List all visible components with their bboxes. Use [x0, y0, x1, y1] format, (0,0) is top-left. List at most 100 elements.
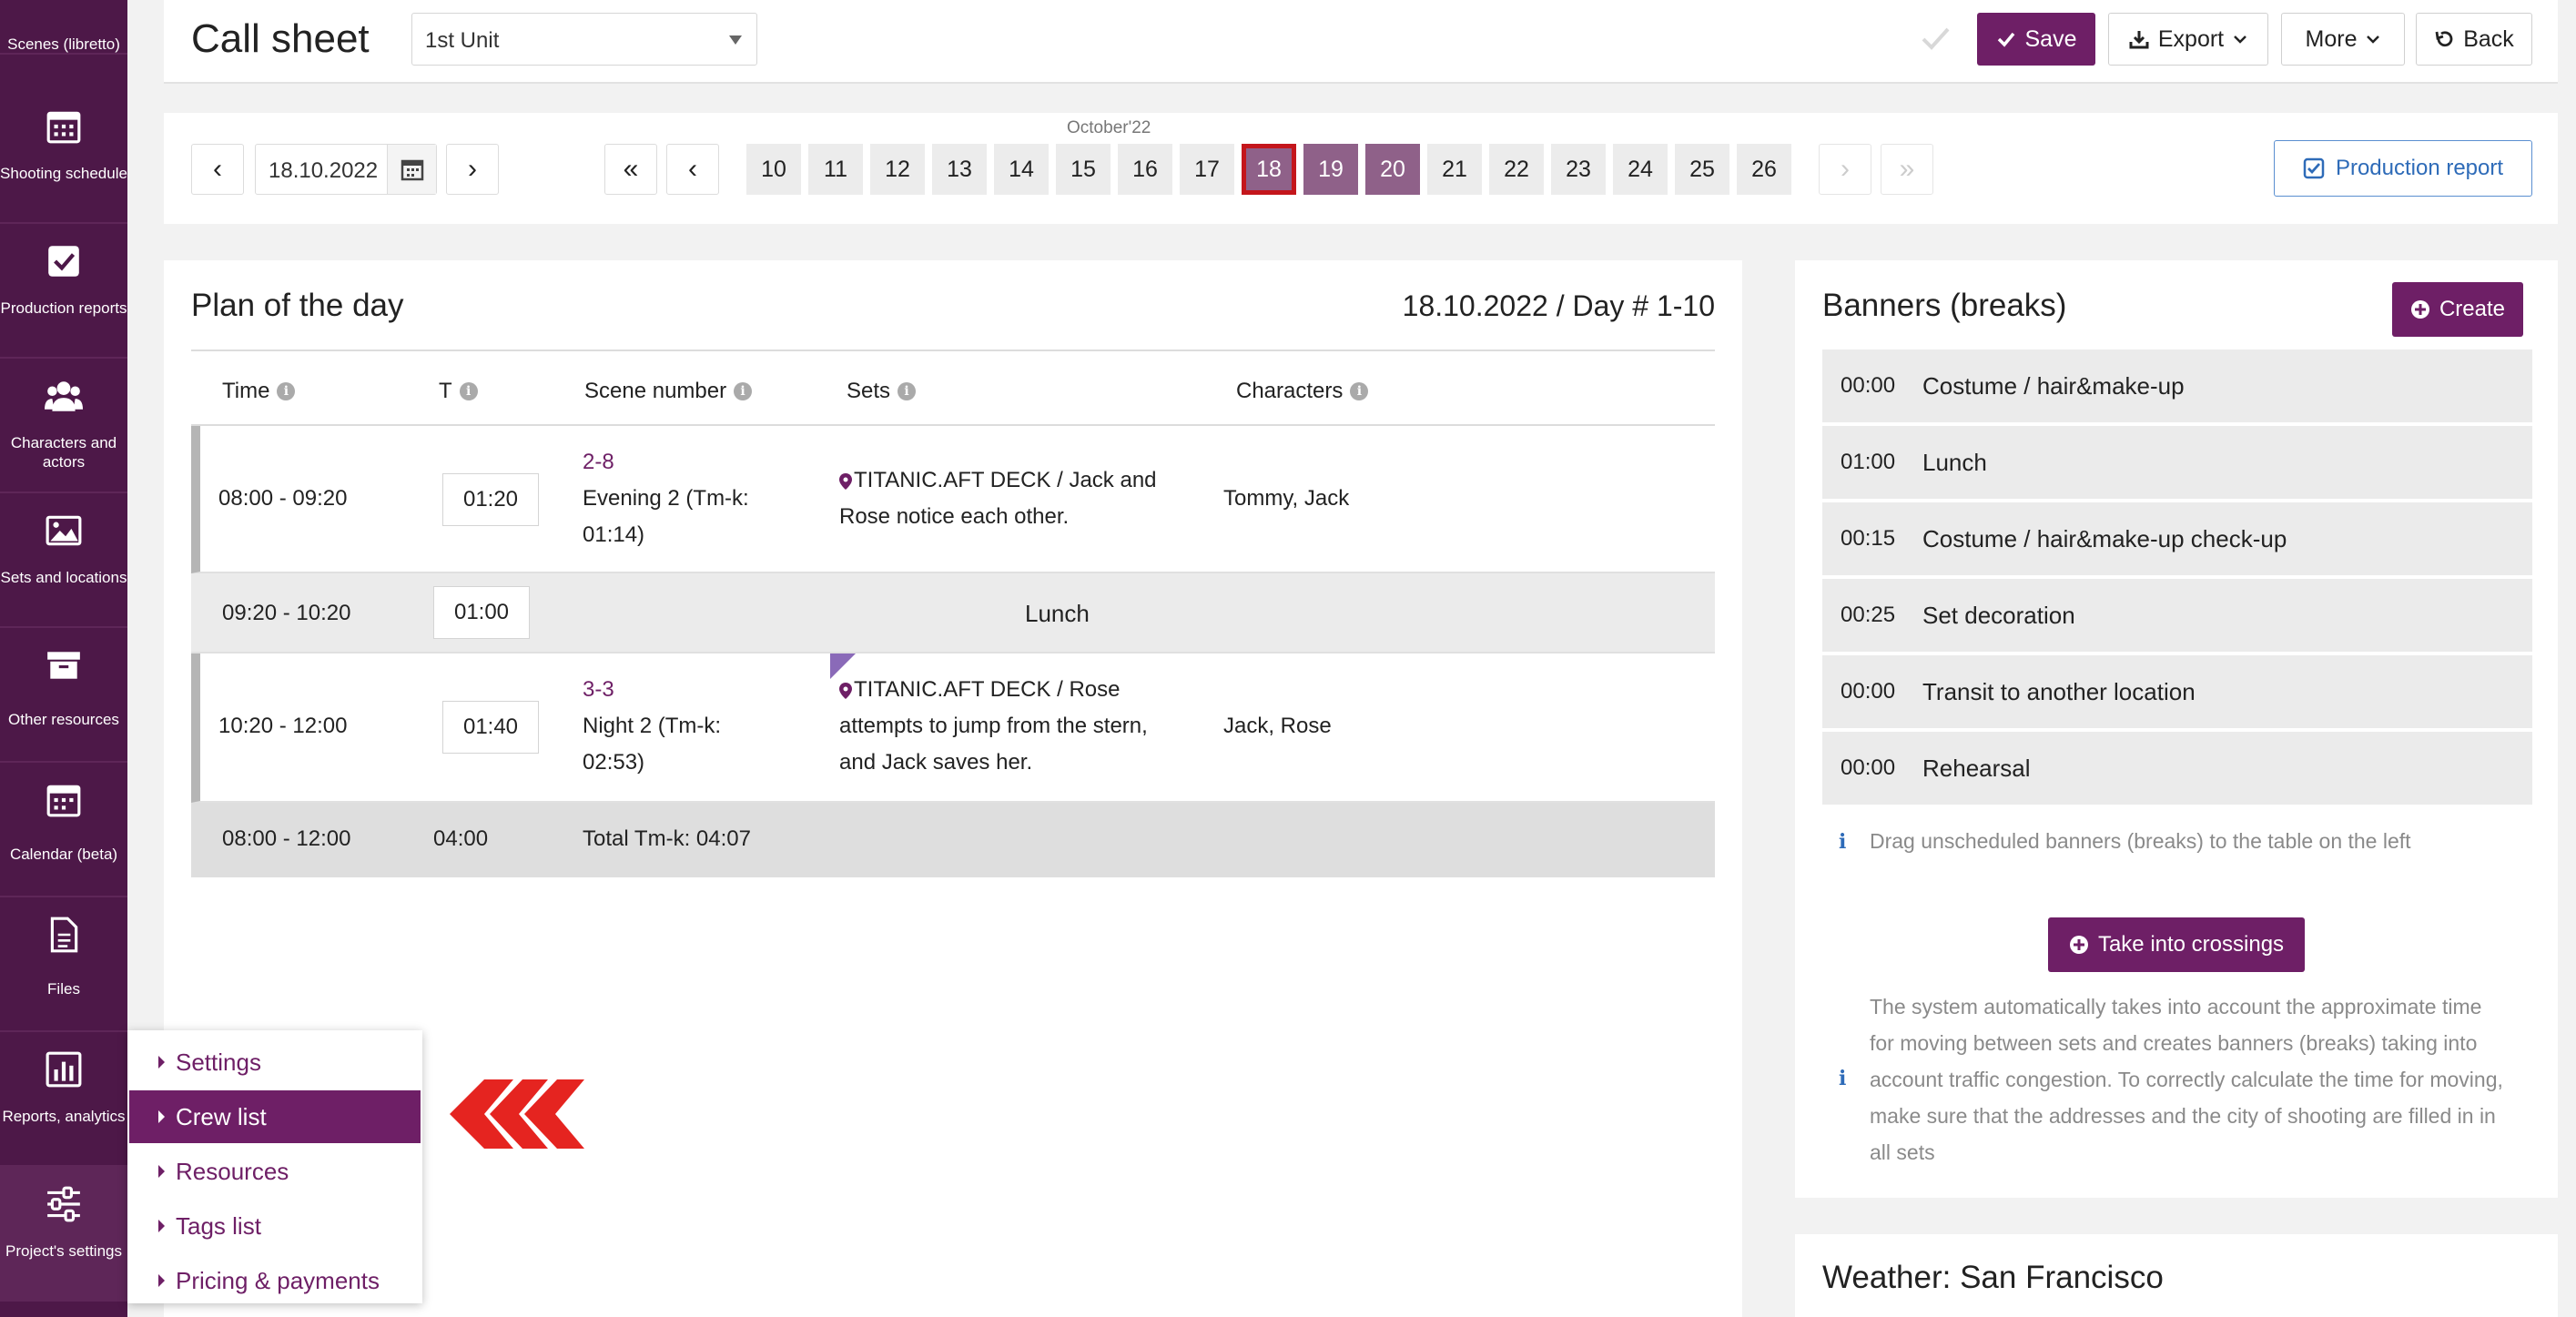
- banners-title: Banners (breaks): [1822, 288, 2067, 323]
- banner-name: Set decoration: [1922, 602, 2075, 629]
- day-21[interactable]: 21: [1427, 144, 1482, 195]
- banner-item[interactable]: 00:00 Costume / hair&make-up: [1822, 350, 2532, 424]
- day-24[interactable]: 24: [1613, 144, 1668, 195]
- day-17[interactable]: 17: [1180, 144, 1234, 195]
- duration-input[interactable]: 01:40: [442, 701, 539, 754]
- banner-item[interactable]: 00:15 Costume / hair&make-up check-up: [1822, 502, 2532, 577]
- set-location: TITANIC.AFT DECK / Rose: [839, 672, 1121, 708]
- banner-item[interactable]: 01:00 Lunch: [1822, 426, 2532, 501]
- day-12[interactable]: 12: [870, 144, 925, 195]
- table-row-total: 08:00 - 12:00 04:00 Total Tm-k: 04:07: [191, 803, 1715, 877]
- sidebar-item-sets[interactable]: Sets and locations: [0, 493, 127, 628]
- next-date-button[interactable]: ›: [446, 144, 499, 195]
- row-characters: Jaсk, Rose: [1223, 714, 1332, 738]
- caret-right-icon: [158, 1165, 165, 1178]
- sidebar-item-other-resources[interactable]: Other resources: [0, 628, 127, 763]
- menu-item-label: Crew list: [176, 1102, 267, 1130]
- system-hint-line: for moving between sets and creates bann…: [1870, 1031, 2478, 1055]
- day-20[interactable]: 20: [1365, 144, 1420, 195]
- duration-input[interactable]: 01:00: [433, 586, 530, 639]
- prev-date-button[interactable]: ‹: [191, 144, 244, 195]
- day-18[interactable]: 18: [1242, 144, 1296, 195]
- caret-right-icon: [158, 1110, 165, 1123]
- info-icon[interactable]: i: [734, 382, 753, 400]
- day-11[interactable]: 11: [808, 144, 863, 195]
- sidebar-item-label: Scenes (libretto): [7, 35, 120, 53]
- menu-item-resources[interactable]: Resources: [129, 1145, 421, 1198]
- day-22[interactable]: 22: [1489, 144, 1544, 195]
- table-row[interactable]: 10:20 - 12:00 01:40 3-3 Night 2 (Tm-k: 0…: [191, 653, 1715, 803]
- sidebar-item-reports[interactable]: Reports, analytics: [0, 1032, 127, 1167]
- date-value: 18.10.2022: [269, 158, 379, 183]
- total-timing: Total Tm-k: 04:07: [583, 826, 751, 851]
- check-icon: [1997, 32, 2014, 47]
- weather-title: Weather: San Francisco: [1822, 1260, 2164, 1295]
- day-10[interactable]: 10: [746, 144, 801, 195]
- chevron-down-icon: [2367, 35, 2380, 44]
- table-row-banner[interactable]: 09:20 - 10:20 01:00 Lunch: [191, 573, 1715, 653]
- menu-item-tags-list[interactable]: Tags list: [129, 1200, 421, 1252]
- unit-select[interactable]: 1st Unit: [411, 13, 757, 66]
- more-button[interactable]: More: [2281, 13, 2405, 66]
- system-hint-line: The system automatically takes into acco…: [1870, 995, 2482, 1018]
- sidebar-item-files[interactable]: Files: [0, 897, 127, 1032]
- sidebar-item-label: Files: [47, 980, 80, 998]
- weather-panel: Weather: San Francisco: [1795, 1234, 2558, 1317]
- caret-right-icon: [158, 1274, 165, 1287]
- last-week-button[interactable]: »: [1881, 144, 1933, 195]
- info-icon[interactable]: i: [898, 382, 917, 400]
- day-16[interactable]: 16: [1118, 144, 1172, 195]
- sidebar-item-shooting-schedule[interactable]: Shooting schedule: [0, 89, 127, 224]
- table-row[interactable]: 08:00 - 09:20 01:20 2-8 Evening 2 (Tm-k:…: [191, 426, 1715, 573]
- sidebar-item-production-reports[interactable]: Production reports: [0, 224, 127, 359]
- day-23[interactable]: 23: [1551, 144, 1606, 195]
- scene-number-link[interactable]: 3-3: [583, 672, 614, 708]
- sidebar-item-label: Shooting schedule: [0, 165, 127, 182]
- day-14[interactable]: 14: [994, 144, 1049, 195]
- date-input[interactable]: 18.10.2022: [255, 144, 437, 195]
- first-week-button[interactable]: «: [604, 144, 657, 195]
- scenes-icon: [45, 0, 83, 22]
- export-button[interactable]: Export: [2108, 13, 2268, 66]
- calendar-picker[interactable]: [387, 145, 436, 194]
- pointer-arrow-icon: [450, 1079, 584, 1149]
- banner-duration: 00:00: [1841, 373, 1896, 398]
- menu-item-pricing[interactable]: Pricing & payments: [129, 1254, 421, 1307]
- info-icon[interactable]: i: [1350, 382, 1369, 400]
- day-26[interactable]: 26: [1737, 144, 1791, 195]
- scene-number-link[interactable]: 2-8: [583, 444, 614, 481]
- production-report-button[interactable]: Production report: [2274, 140, 2532, 197]
- sidebar-item-label: Characters and actors: [10, 434, 117, 471]
- next-week-button[interactable]: ›: [1819, 144, 1871, 195]
- back-button[interactable]: Back: [2416, 13, 2532, 66]
- sidebar-item-characters[interactable]: Characters and actors: [0, 359, 127, 493]
- menu-item-crew-list[interactable]: Crew list: [129, 1090, 421, 1143]
- save-button[interactable]: Save: [1977, 13, 2095, 66]
- info-icon[interactable]: i: [459, 382, 478, 400]
- check-icon[interactable]: [1917, 20, 1953, 56]
- set-text: Rose notice each other.: [839, 504, 1070, 529]
- create-banner-button[interactable]: Create: [2392, 282, 2523, 337]
- info-icon[interactable]: i: [277, 382, 296, 400]
- download-icon: [2129, 31, 2149, 49]
- column-header-t: Ti: [439, 379, 478, 404]
- scene-description: Night 2 (Tm-k:: [583, 714, 722, 738]
- day-25[interactable]: 25: [1675, 144, 1729, 195]
- banner-item[interactable]: 00:00 Rehearsal: [1822, 732, 2532, 806]
- banner-duration: 00:00: [1841, 679, 1896, 704]
- banner-duration: 00:25: [1841, 603, 1896, 627]
- day-19[interactable]: 19: [1303, 144, 1358, 195]
- menu-item-settings[interactable]: Settings: [129, 1036, 421, 1089]
- prev-week-button[interactable]: ‹: [666, 144, 719, 195]
- banner-item[interactable]: 00:00 Transit to another location: [1822, 655, 2532, 730]
- sidebar-item-calendar[interactable]: Calendar (beta): [0, 763, 127, 897]
- caret-down-icon: [729, 35, 742, 45]
- banner-item[interactable]: 00:25 Set decoration: [1822, 579, 2532, 653]
- calendar-icon: [46, 111, 81, 144]
- day-13[interactable]: 13: [932, 144, 987, 195]
- duration-input[interactable]: 01:20: [442, 473, 539, 526]
- sidebar-item-scenes[interactable]: Scenes (libretto): [0, 0, 127, 55]
- take-into-crossings-button[interactable]: Take into crossings: [2048, 917, 2305, 972]
- day-15[interactable]: 15: [1056, 144, 1111, 195]
- sidebar-item-project-settings[interactable]: Project's settings: [0, 1167, 127, 1302]
